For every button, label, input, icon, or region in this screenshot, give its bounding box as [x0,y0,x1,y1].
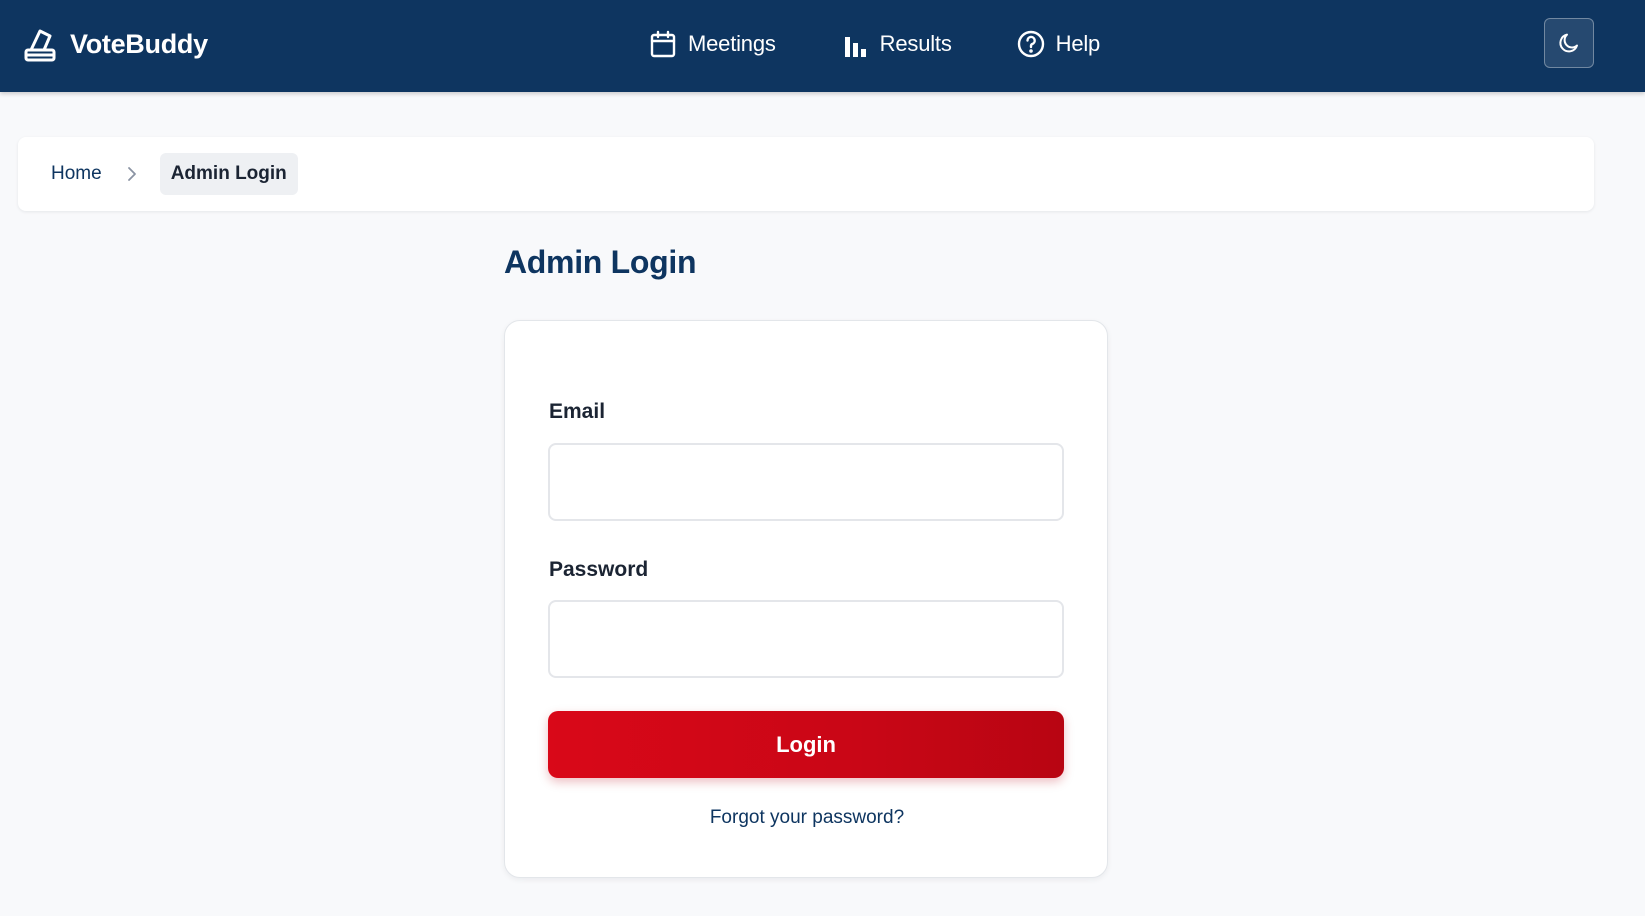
nav-item-meetings[interactable]: Meetings [648,29,776,59]
moon-icon [1557,31,1581,55]
email-label: Email [549,400,606,423]
theme-toggle-button[interactable] [1544,18,1594,68]
help-circle-icon [1016,29,1046,59]
main-nav: Meetings Results Help [648,26,1100,62]
nav-item-help[interactable]: Help [1016,29,1100,59]
nav-item-label: Help [1055,31,1101,56]
email-field[interactable] [548,443,1064,521]
calendar-icon [648,29,678,59]
nav-item-results[interactable]: Results [840,29,952,59]
chevron-right-icon [122,164,142,184]
ballot-box-icon [22,25,58,63]
brand-name: VoteBuddy [70,28,208,59]
breadcrumb-current: Admin Login [159,153,298,195]
login-card: Email Password Login Forgot your passwor… [504,320,1108,878]
bar-chart-icon [840,29,870,59]
brand-logo-link[interactable]: VoteBuddy [22,24,208,64]
forgot-password-link[interactable]: Forgot your password? [505,807,1109,829]
breadcrumb-home-link[interactable]: Home [51,163,102,185]
page-title: Admin Login [504,244,697,280]
nav-item-label: Meetings [688,31,776,56]
login-button[interactable]: Login [548,711,1064,778]
password-label: Password [549,558,649,581]
breadcrumb: Home Admin Login [18,137,1594,211]
top-navbar: VoteBuddy Meetings Results Help [0,0,1645,92]
nav-item-label: Results [879,31,952,56]
password-field[interactable] [548,600,1064,678]
